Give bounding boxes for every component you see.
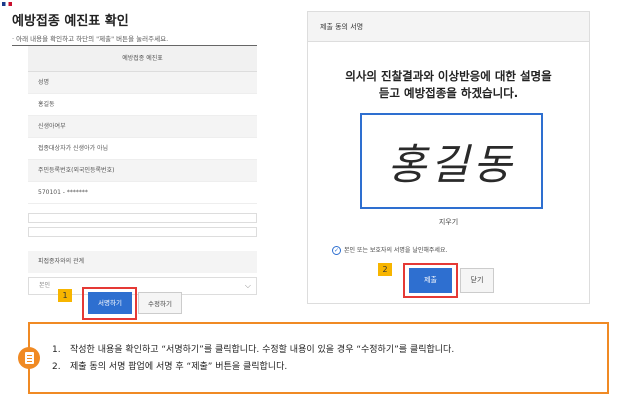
form-header: 예방접종 예진표 [28, 46, 257, 72]
consent-message-line2: 듣고 예방접종을 하겠습니다. [378, 86, 519, 100]
signature-text: 홍길동 [387, 140, 516, 189]
chevron-down-icon: ⌵ [244, 281, 251, 290]
guide-list: 1. 작성한 내용을 확인하고 “서명하기”를 클릭합니다. 수정할 내용이 있을… [52, 342, 454, 376]
check-circle-icon: ✓ [332, 246, 341, 255]
signature-pad[interactable]: 홍길동 [360, 113, 543, 209]
sign-button[interactable]: 서명하기 [88, 292, 132, 314]
flag-icon [2, 2, 12, 6]
guide-item: 1. 작성한 내용을 확인하고 “서명하기”를 클릭합니다. 수정할 내용이 있을… [52, 345, 455, 355]
close-button[interactable]: 닫기 [460, 268, 494, 293]
form-label-newborn: 신생아여부 [28, 116, 257, 138]
consent-signature-modal: 제출 동의 서명 의사의 진찰결과와 이상반응에 대한 설명을 듣고 예방접종을… [307, 11, 590, 304]
page-instruction: · 아래 내용을 확인하고 하단의 "제출" 버튼을 눌러주세요. [12, 35, 169, 43]
consent-message: 의사의 진찰결과와 이상반응에 대한 설명을 듣고 예방접종을 하겠습니다. [308, 68, 589, 102]
guide-box: 1. 작성한 내용을 확인하고 “서명하기”를 클릭합니다. 수정할 내용이 있을… [18, 322, 609, 394]
submit-button[interactable]: 제출 [409, 268, 452, 293]
relation-label: 피접종자와의 관계 [28, 251, 257, 273]
form-label-id-number: 주민등록번호(외국인등록번호) [28, 160, 257, 182]
blank-field [28, 213, 257, 223]
modal-title: 제출 동의 서명 [308, 12, 589, 42]
form-label-name: 성명 [28, 72, 257, 94]
form-value-newborn: 접종대상자가 신생아가 아님 [28, 138, 257, 160]
page-title: 예방접종 예진표 확인 [12, 14, 129, 29]
guide-item: 2. 제출 동의 서명 팝업에 서명 후 “제출” 버튼을 클릭합니다. [52, 362, 288, 372]
relation-select-value: 본인 [39, 282, 51, 289]
signature-notice: ✓ 본인 또는 보호자의 서명을 날인해주세요. [332, 245, 447, 255]
signature-notice-text: 본인 또는 보호자의 서명을 날인해주세요. [344, 247, 448, 254]
questionnaire-form: 예방접종 예진표 성명 홍길동 신생아여부 접종대상자가 신생아가 아님 주민등… [28, 46, 257, 295]
step-badge-1: 1 [58, 289, 72, 302]
blank-field [28, 227, 257, 237]
consent-message-line1: 의사의 진찰결과와 이상반응에 대한 설명을 [345, 69, 552, 83]
form-value-name: 홍길동 [28, 94, 257, 116]
document-icon [18, 347, 40, 369]
form-value-id-number: 570101 - ******* [28, 182, 257, 204]
step-badge-2: 2 [378, 263, 392, 276]
edit-button[interactable]: 수정하기 [138, 292, 182, 314]
erase-button[interactable]: 지우기 [308, 217, 589, 227]
